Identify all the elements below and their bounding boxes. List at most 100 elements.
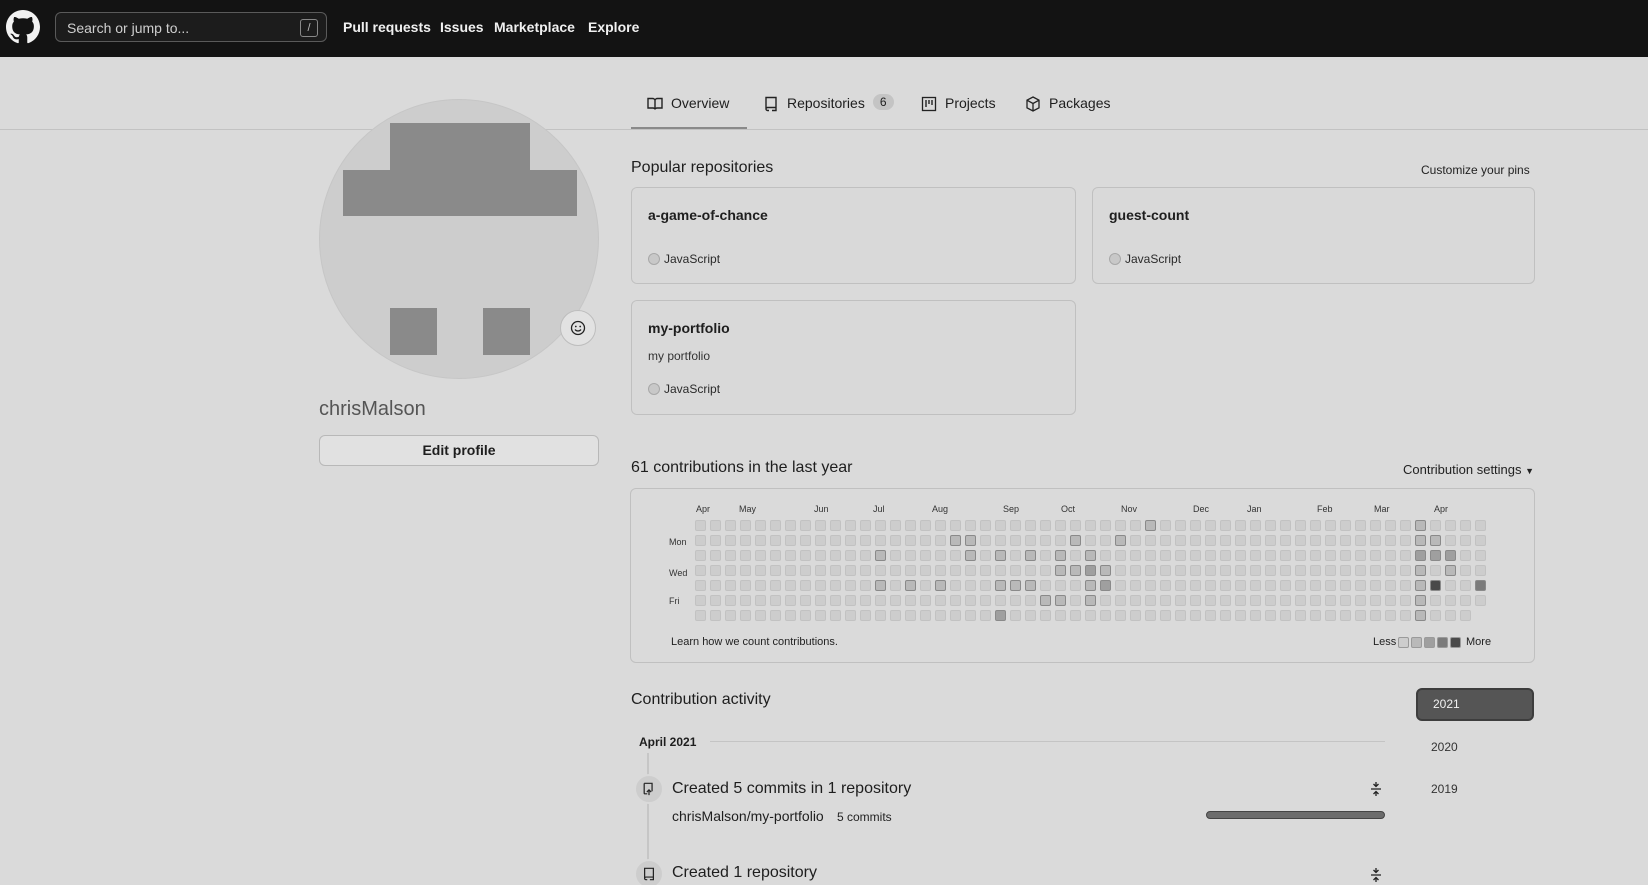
contribution-day-cell[interactable]	[1385, 595, 1396, 606]
contribution-day-cell[interactable]	[995, 565, 1006, 576]
contribution-day-cell[interactable]	[980, 565, 991, 576]
contribution-day-cell[interactable]	[800, 550, 811, 561]
contribution-day-cell[interactable]	[1205, 580, 1216, 591]
contribution-day-cell[interactable]	[1235, 550, 1246, 561]
contribution-day-cell[interactable]	[965, 550, 976, 561]
contribution-day-cell[interactable]	[755, 595, 766, 606]
contribution-day-cell[interactable]	[1370, 580, 1381, 591]
contribution-day-cell[interactable]	[995, 580, 1006, 591]
contribution-day-cell[interactable]	[1370, 565, 1381, 576]
contribution-day-cell[interactable]	[695, 535, 706, 546]
contribution-day-cell[interactable]	[1145, 595, 1156, 606]
contribution-day-cell[interactable]	[740, 550, 751, 561]
contribution-day-cell[interactable]	[1085, 595, 1096, 606]
contribution-day-cell[interactable]	[1265, 610, 1276, 621]
contribution-day-cell[interactable]	[695, 610, 706, 621]
contribution-day-cell[interactable]	[1175, 580, 1186, 591]
contribution-day-cell[interactable]	[860, 580, 871, 591]
contribution-day-cell[interactable]	[875, 550, 886, 561]
contribution-day-cell[interactable]	[1160, 535, 1171, 546]
contribution-day-cell[interactable]	[725, 520, 736, 531]
contribution-day-cell[interactable]	[1235, 535, 1246, 546]
contribution-day-cell[interactable]	[1385, 610, 1396, 621]
contribution-day-cell[interactable]	[770, 565, 781, 576]
contribution-day-cell[interactable]	[815, 580, 826, 591]
repo-name-link[interactable]: guest-count	[1109, 207, 1189, 223]
contribution-day-cell[interactable]	[1475, 565, 1486, 576]
year-2021-button[interactable]: 2021	[1416, 688, 1534, 721]
repo-name-link[interactable]: a-game-of-chance	[648, 207, 768, 223]
contribution-day-cell[interactable]	[1325, 595, 1336, 606]
contribution-day-cell[interactable]	[1355, 595, 1366, 606]
contribution-day-cell[interactable]	[725, 580, 736, 591]
contribution-day-cell[interactable]	[1325, 580, 1336, 591]
contribution-day-cell[interactable]	[815, 610, 826, 621]
contribution-day-cell[interactable]	[770, 580, 781, 591]
contribution-day-cell[interactable]	[695, 595, 706, 606]
contribution-day-cell[interactable]	[1055, 610, 1066, 621]
contribution-day-cell[interactable]	[980, 595, 991, 606]
contribution-day-cell[interactable]	[1415, 610, 1426, 621]
contribution-day-cell[interactable]	[1310, 565, 1321, 576]
contribution-day-cell[interactable]	[800, 610, 811, 621]
contribution-day-cell[interactable]	[875, 595, 886, 606]
contribution-day-cell[interactable]	[1340, 610, 1351, 621]
contribution-day-cell[interactable]	[860, 610, 871, 621]
contribution-day-cell[interactable]	[1460, 535, 1471, 546]
contribution-day-cell[interactable]	[1460, 595, 1471, 606]
contribution-day-cell[interactable]	[1460, 565, 1471, 576]
contribution-day-cell[interactable]	[1160, 520, 1171, 531]
contribution-day-cell[interactable]	[1055, 550, 1066, 561]
contribution-day-cell[interactable]	[950, 595, 961, 606]
contribution-day-cell[interactable]	[1070, 565, 1081, 576]
contribution-day-cell[interactable]	[965, 580, 976, 591]
contribution-day-cell[interactable]	[1265, 550, 1276, 561]
contribution-day-cell[interactable]	[1430, 550, 1441, 561]
contribution-day-cell[interactable]	[1145, 535, 1156, 546]
contribution-day-cell[interactable]	[1400, 565, 1411, 576]
contribution-day-cell[interactable]	[920, 565, 931, 576]
contribution-day-cell[interactable]	[920, 595, 931, 606]
contribution-day-cell[interactable]	[1160, 580, 1171, 591]
contribution-day-cell[interactable]	[1325, 550, 1336, 561]
contribution-day-cell[interactable]	[1385, 535, 1396, 546]
contribution-day-cell[interactable]	[770, 535, 781, 546]
contribution-day-cell[interactable]	[890, 520, 901, 531]
tab-repositories[interactable]: Repositories 6	[763, 94, 894, 129]
contribution-day-cell[interactable]	[1190, 520, 1201, 531]
contribution-day-cell[interactable]	[905, 520, 916, 531]
contribution-day-cell[interactable]	[1130, 610, 1141, 621]
contribution-day-cell[interactable]	[710, 595, 721, 606]
contribution-day-cell[interactable]	[1280, 565, 1291, 576]
fold-icon[interactable]	[1368, 867, 1384, 883]
contribution-day-cell[interactable]	[1220, 595, 1231, 606]
contribution-day-cell[interactable]	[860, 595, 871, 606]
contribution-day-cell[interactable]	[890, 580, 901, 591]
contribution-day-cell[interactable]	[1265, 535, 1276, 546]
contribution-day-cell[interactable]	[815, 565, 826, 576]
contribution-day-cell[interactable]	[1340, 580, 1351, 591]
contribution-day-cell[interactable]	[905, 610, 916, 621]
contribution-day-cell[interactable]	[1415, 595, 1426, 606]
contribution-day-cell[interactable]	[770, 595, 781, 606]
contribution-day-cell[interactable]	[980, 580, 991, 591]
nav-marketplace[interactable]: Marketplace	[494, 19, 575, 35]
contribution-day-cell[interactable]	[740, 595, 751, 606]
contribution-day-cell[interactable]	[1295, 610, 1306, 621]
contribution-day-cell[interactable]	[1025, 610, 1036, 621]
contribution-day-cell[interactable]	[785, 595, 796, 606]
contribution-day-cell[interactable]	[1175, 595, 1186, 606]
contribution-day-cell[interactable]	[830, 595, 841, 606]
edit-profile-button[interactable]: Edit profile	[319, 435, 599, 466]
github-logo-icon[interactable]	[6, 10, 40, 44]
contribution-day-cell[interactable]	[995, 550, 1006, 561]
nav-explore[interactable]: Explore	[588, 19, 639, 35]
year-2019-button[interactable]: 2019	[1416, 773, 1534, 806]
contribution-day-cell[interactable]	[1430, 535, 1441, 546]
contribution-day-cell[interactable]	[1070, 520, 1081, 531]
contribution-day-cell[interactable]	[1100, 565, 1111, 576]
contribution-day-cell[interactable]	[1415, 580, 1426, 591]
contribution-day-cell[interactable]	[1040, 610, 1051, 621]
contribution-day-cell[interactable]	[845, 520, 856, 531]
contribution-day-cell[interactable]	[1370, 610, 1381, 621]
